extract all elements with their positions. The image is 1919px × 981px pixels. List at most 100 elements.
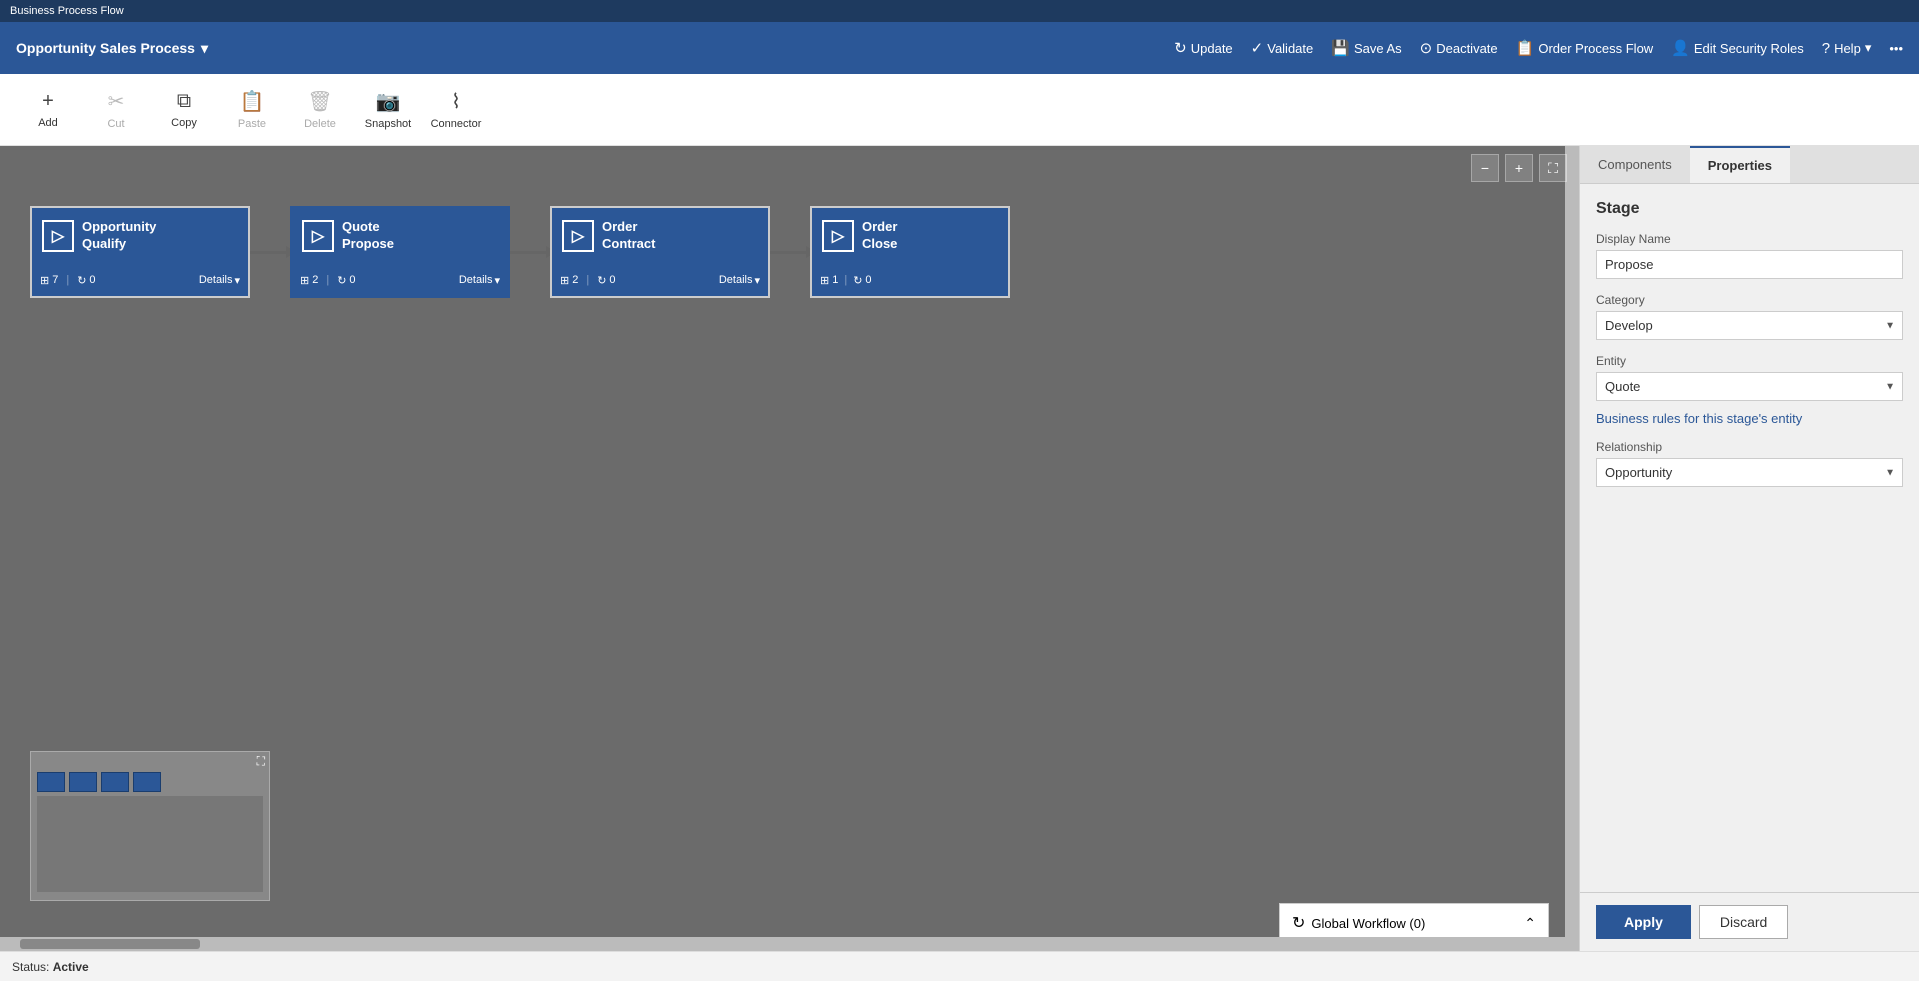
title-bar: Business Process Flow [0,0,1919,22]
display-name-input[interactable] [1596,250,1903,279]
panel-content: Stage Display Name Category Qualify Deve… [1580,184,1919,892]
category-select[interactable]: Qualify Develop Propose Close [1596,311,1903,340]
stage-title-2: QuotePropose [342,219,394,253]
stage-header-2: ▷ QuotePropose [292,208,508,264]
conditions-icon-3: ↻ [597,274,606,287]
stage-conditions-4: ↻ 0 [853,274,871,287]
deactivate-icon: ⊙ [1420,39,1433,57]
security-action[interactable]: 👤 Edit Security Roles [1671,39,1804,57]
discard-button[interactable]: Discard [1699,905,1788,939]
details-chevron-2: ▾ [494,274,500,287]
canvas-area[interactable]: − + ⛶ ▷ OpportunityQualify ⊞ 7 [0,146,1579,951]
category-select-wrapper: Qualify Develop Propose Close [1596,311,1903,340]
more-icon: ••• [1889,41,1903,56]
more-action[interactable]: ••• [1889,41,1903,56]
tab-properties[interactable]: Properties [1690,146,1790,183]
snapshot-icon: 📷 [376,89,401,114]
order-flow-action[interactable]: 📋 Order Process Flow [1516,39,1654,57]
connector-button[interactable]: ⌇ Connector [424,78,488,142]
copy-button[interactable]: ⧉ Copy [152,78,216,142]
stage-icon-2: ▷ [302,220,334,252]
stage-card-2[interactable]: ▷ QuotePropose ⊞ 2 | ↻ 0 Details ▾ [290,206,510,298]
help-chevron: ▾ [1865,40,1872,56]
paste-icon: 📋 [240,89,265,114]
status-bar: Status: Active [0,951,1919,981]
connector-label: Connector [431,118,482,130]
save-as-action[interactable]: 💾 Save As [1331,39,1401,57]
stage-footer-1: ⊞ 7 | ↻ 0 Details ▾ [32,264,248,296]
stage-details-btn-2[interactable]: Details ▾ [459,274,500,287]
entity-select[interactable]: Opportunity Quote Order [1596,372,1903,401]
canvas-hscroll[interactable] [0,937,1579,951]
copy-label: Copy [171,117,197,129]
stage-title-3: OrderContract [602,219,655,253]
connector-icon: ⌇ [451,89,461,114]
steps-icon-1: ⊞ [40,274,49,287]
steps-icon-3: ⊞ [560,274,569,287]
delete-button[interactable]: 🗑 Delete [288,78,352,142]
connector-1 [250,251,290,254]
snapshot-button[interactable]: 📷 Snapshot [356,78,420,142]
zoom-out-icon: − [1481,160,1489,176]
stage-details-btn-3[interactable]: Details ▾ [719,274,760,287]
fullscreen-button[interactable]: ⛶ [1539,154,1567,182]
global-workflow-left: ↻ Global Workflow (0) [1292,913,1425,933]
minimap: ⛶ [30,751,270,901]
stage-card-4[interactable]: ▷ OrderClose ⊞ 1 | ↻ 0 [810,206,1010,298]
security-label: Edit Security Roles [1694,41,1804,56]
validate-action[interactable]: ✓ Validate [1251,39,1314,57]
steps-count-2: 2 [312,274,318,286]
conditions-icon-2: ↻ [337,274,346,287]
delete-icon: 🗑 [307,89,332,114]
mini-stage-4 [133,772,161,792]
add-button[interactable]: + Add [16,78,80,142]
conditions-count-3: 0 [609,274,615,286]
conditions-count-2: 0 [349,274,355,286]
status-value: Active [53,960,89,974]
order-flow-icon: 📋 [1516,39,1535,57]
paste-label: Paste [238,118,266,130]
add-icon: + [42,90,54,113]
stage-card-3[interactable]: ▷ OrderContract ⊞ 2 | ↻ 0 Details ▾ [550,206,770,298]
paste-button[interactable]: 📋 Paste [220,78,284,142]
steps-count-3: 2 [572,274,578,286]
entity-select-wrapper: Opportunity Quote Order [1596,372,1903,401]
help-action[interactable]: ? Help ▾ [1822,40,1872,57]
deactivate-action[interactable]: ⊙ Deactivate [1420,39,1498,57]
cut-button[interactable]: ✂ Cut [84,78,148,142]
stage-title-4: OrderClose [862,219,897,253]
apply-button[interactable]: Apply [1596,905,1691,939]
tab-components[interactable]: Components [1580,146,1690,183]
stage-footer-3: ⊞ 2 | ↻ 0 Details ▾ [552,264,768,296]
stage-conditions-3: ↻ 0 [597,274,615,287]
business-rules-link[interactable]: Business rules for this stage's entity [1596,411,1903,426]
zoom-out-button[interactable]: − [1471,154,1499,182]
global-workflow-collapse-icon: ⌃ [1524,915,1536,932]
process-name: Opportunity Sales Process [16,40,195,56]
status-label: Status: [12,960,49,974]
canvas-vscroll[interactable] [1565,146,1579,937]
entity-label: Entity [1596,354,1903,368]
save-as-label: Save As [1354,41,1402,56]
connector-3 [770,251,810,254]
stage-icon-3: ▷ [562,220,594,252]
global-workflow-label: Global Workflow (0) [1311,916,1425,931]
stage-footer-4: ⊞ 1 | ↻ 0 [812,264,1008,296]
stage-details-btn-1[interactable]: Details ▾ [199,274,240,287]
stage-card-1[interactable]: ▷ OpportunityQualify ⊞ 7 | ↻ 0 Details [30,206,250,298]
stage-conditions-2: ↻ 0 [337,274,355,287]
category-label: Category [1596,293,1903,307]
right-panel: Components Properties Stage Display Name… [1579,146,1919,951]
main-area: − + ⛶ ▷ OpportunityQualify ⊞ 7 [0,146,1919,951]
minimap-expand-button[interactable]: ⛶ [257,754,265,769]
order-flow-label: Order Process Flow [1538,41,1653,56]
canvas-hscroll-thumb[interactable] [20,939,200,949]
steps-count-1: 7 [52,274,58,286]
update-icon: ↻ [1174,39,1187,57]
update-action[interactable]: ↻ Update [1174,39,1233,57]
relationship-select[interactable]: Opportunity Quote Order [1596,458,1903,487]
zoom-in-button[interactable]: + [1505,154,1533,182]
stage-icon-4: ▷ [822,220,854,252]
connector-2 [510,251,550,254]
dropdown-icon[interactable]: ▾ [201,40,208,57]
